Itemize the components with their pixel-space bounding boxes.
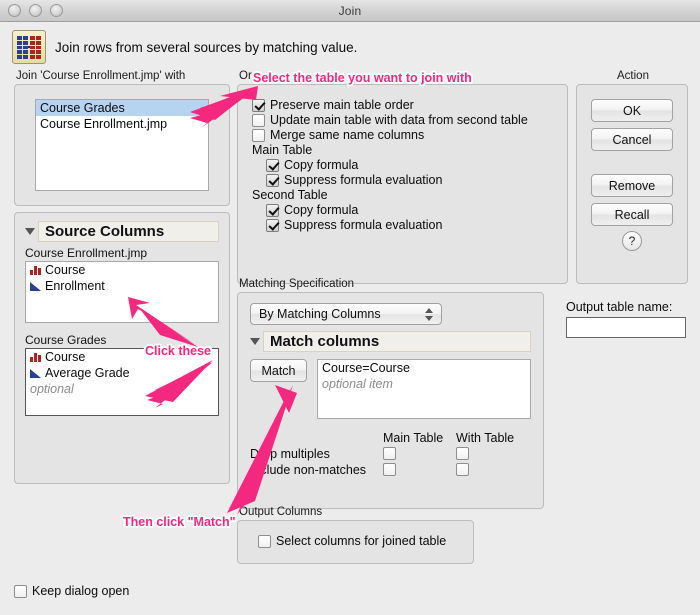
match-button[interactable]: Match <box>250 359 307 382</box>
source-group-table-name: Course Enrollment.jmp <box>25 246 148 260</box>
dialog-banner: Join rows from several sources by matchi… <box>0 22 700 72</box>
checkbox-box[interactable] <box>266 158 279 172</box>
checkbox-label: Copy formula <box>284 203 359 217</box>
close-button[interactable] <box>8 4 21 17</box>
checkbox-label: Copy formula <box>284 158 359 172</box>
join-with-label: Join 'Course Enrollment.jmp' with <box>16 70 186 82</box>
checkbox-drop-multiples-with[interactable] <box>456 447 469 460</box>
match-method-value: By Matching Columns <box>259 307 381 321</box>
annotation-arrow-to-source-columns-1 <box>128 297 198 347</box>
checkbox-label: Suppress formula evaluation <box>284 173 443 187</box>
checkbox-main-suppress-formula-evaluation[interactable]: Suppress formula evaluation <box>266 173 553 187</box>
annotation-select-table: Select the table you want to join with <box>253 71 472 85</box>
match-columns-header[interactable]: Match columns <box>250 331 531 352</box>
banner-description: Join rows from several sources by matchi… <box>55 39 358 55</box>
list-item[interactable]: Enrollment <box>26 278 218 294</box>
continuous-triangle-icon <box>30 280 42 292</box>
list-item-label: Course Enrollment.jmp <box>40 117 168 131</box>
second-table-section-label: Second Table <box>252 188 328 202</box>
window-controls <box>8 4 63 17</box>
window-title: Join <box>338 3 362 18</box>
chevron-updown-icon <box>425 308 433 321</box>
annotation-then-click-match: Then click "Match" <box>123 515 236 529</box>
cancel-button[interactable]: Cancel <box>591 128 673 151</box>
checkbox-include-non-matches-main[interactable] <box>383 463 396 476</box>
continuous-triangle-icon <box>30 367 42 379</box>
list-item-label: Course <box>45 350 86 364</box>
checkbox-box[interactable] <box>266 218 279 232</box>
column-header-with-table: With Table <box>456 431 515 445</box>
annotation-arrow-to-table-list <box>190 86 258 128</box>
action-group: Action OK Cancel Remove Recall ? <box>576 70 688 284</box>
annotation-arrow-to-source-columns-2 <box>145 360 213 408</box>
matched-pairs-listbox[interactable]: Course=Course optional item <box>317 359 531 419</box>
output-table-name-group: Output table name: <box>566 300 691 338</box>
checkbox-update-main-table[interactable]: Update main table with data from second … <box>252 113 553 127</box>
list-item-label: Average Grade <box>45 366 130 380</box>
output-table-name-input[interactable] <box>566 317 686 338</box>
checkbox-box[interactable] <box>258 534 271 548</box>
action-label: Action <box>617 70 649 82</box>
source-columns-header[interactable]: Source Columns <box>25 221 219 242</box>
checkbox-second-suppress-formula-evaluation[interactable]: Suppress formula evaluation <box>266 218 553 232</box>
checkbox-label: Select columns for joined table <box>276 534 447 548</box>
checkbox-box[interactable] <box>266 173 279 187</box>
list-item[interactable]: Course=Course <box>318 360 530 376</box>
checkbox-label: Merge same name columns <box>270 128 425 142</box>
disclosure-triangle-icon[interactable] <box>25 228 35 235</box>
minimize-button[interactable] <box>29 4 42 17</box>
checkbox-box[interactable] <box>266 203 279 217</box>
join-tables-icon <box>12 30 46 64</box>
matched-pair-label: Course=Course <box>322 361 410 375</box>
list-item-label: Enrollment <box>45 279 105 293</box>
ok-button[interactable]: OK <box>591 99 673 122</box>
list-item[interactable]: Course <box>26 262 218 278</box>
checkbox-label: Preserve main table order <box>270 98 414 112</box>
checkbox-merge-same-name-columns[interactable]: Merge same name columns <box>252 128 553 142</box>
window-titlebar: Join <box>0 0 700 22</box>
checkbox-keep-dialog-open[interactable] <box>14 584 27 598</box>
checkbox-label: Suppress formula evaluation <box>284 218 443 232</box>
output-table-name-label: Output table name: <box>566 300 673 314</box>
column-header-main-table: Main Table <box>383 431 444 445</box>
annotation-arrow-to-match-button <box>227 385 297 515</box>
match-columns-title: Match columns <box>263 331 531 352</box>
recall-button[interactable]: Recall <box>591 203 673 226</box>
nominal-bars-icon <box>30 264 42 276</box>
checkbox-select-columns-for-joined-table[interactable]: Select columns for joined table <box>258 534 473 548</box>
remove-button[interactable]: Remove <box>591 174 673 197</box>
nominal-bars-icon <box>30 351 42 363</box>
list-item-label: Course <box>45 263 86 277</box>
matching-specification-label: Matching Specification <box>239 278 355 290</box>
checkbox-include-non-matches-with[interactable] <box>456 463 469 476</box>
source-columns-title: Source Columns <box>38 221 219 242</box>
main-table-section-label: Main Table <box>252 143 313 157</box>
checkbox-preserve-main-table-order[interactable]: Preserve main table order <box>252 98 553 112</box>
help-button[interactable]: ? <box>622 231 642 251</box>
match-method-dropdown[interactable]: By Matching Columns <box>250 303 442 325</box>
checkbox-second-copy-formula[interactable]: Copy formula <box>266 203 553 217</box>
checkbox-main-copy-formula[interactable]: Copy formula <box>266 158 553 172</box>
zoom-button[interactable] <box>50 4 63 17</box>
annotation-click-these: Click these <box>145 344 212 358</box>
keep-dialog-open-row[interactable]: Keep dialog open <box>14 583 129 599</box>
checkbox-label: Update main table with data from second … <box>270 113 528 127</box>
disclosure-triangle-icon[interactable] <box>250 338 260 345</box>
matched-pairs-placeholder: optional item <box>322 377 393 391</box>
options-group: Or Preserve main table order Update main… <box>237 70 568 284</box>
checkbox-drop-multiples-main[interactable] <box>383 447 396 460</box>
list-item-label: Course Grades <box>40 101 125 115</box>
checkbox-label: Keep dialog open <box>32 584 130 598</box>
